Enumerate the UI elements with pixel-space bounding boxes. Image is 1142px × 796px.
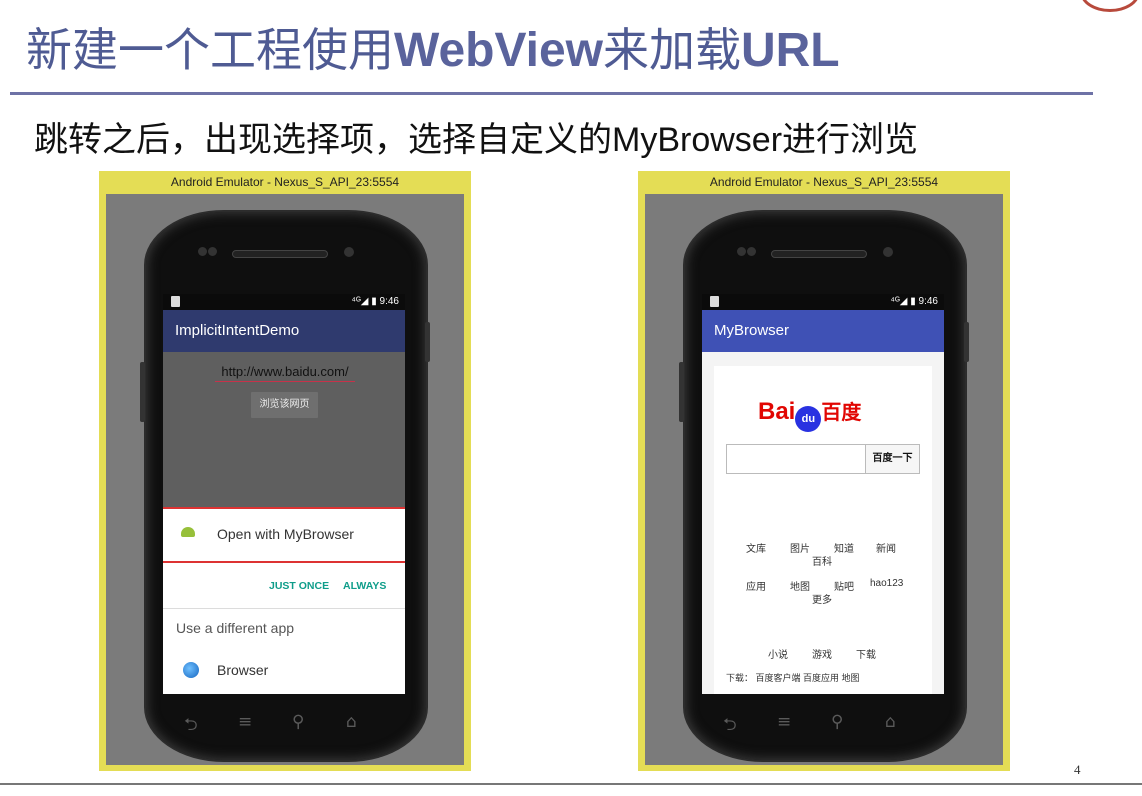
logo-mark [1080, 0, 1140, 12]
home-icon[interactable]: ⌂ [885, 712, 896, 732]
emulator-viewport: ⁴ᴳ◢ ▮ 9:46 MyBrowser Bai du 百度 百度一下 文库 图片 … [645, 194, 1003, 765]
subtitle-part: 进行浏览 [782, 120, 919, 160]
baidu-page: Bai du 百度 百度一下 文库 图片 知道 新闻 百科 应用 地图 贴吧 h… [714, 366, 932, 694]
link-baike[interactable]: 百科 [812, 553, 832, 568]
footer-rule [0, 783, 1142, 785]
search-input[interactable]: 百度一下 [726, 444, 920, 474]
link-wenku[interactable]: 文库 [746, 540, 766, 555]
speaker-grille [771, 250, 867, 258]
highlight-box [163, 507, 405, 563]
menu-icon[interactable]: ≡ [777, 712, 791, 732]
divider [163, 608, 405, 609]
phone-frame: ⁴ᴳ◢ ▮ 9:46 MyBrowser Bai du 百度 百度一下 文库 图片 … [679, 210, 969, 762]
baidu-logo: Bai du 百度 [758, 396, 861, 432]
speaker-grille [232, 250, 328, 258]
power-button[interactable] [425, 322, 430, 362]
subtitle-part: MyBrowser [612, 121, 783, 159]
status-time: ⁴ᴳ◢ ▮ 9:46 [351, 296, 399, 307]
sd-card-icon [171, 296, 180, 307]
link-yingyong[interactable]: 应用 [746, 578, 766, 593]
different-app-label: Use a different app [176, 620, 295, 636]
menu-icon[interactable]: ≡ [238, 712, 252, 732]
sensor-dot [737, 247, 746, 256]
open-with-option[interactable]: Open with MyBrowser [163, 507, 405, 563]
sensor-dot [198, 247, 207, 256]
app-bar: ImplicitIntentDemo [163, 310, 405, 352]
link-tieba[interactable]: 贴吧 [834, 578, 854, 593]
always-button[interactable]: ALWAYS [343, 580, 386, 592]
title-part: 新建一个工程使用 [26, 23, 394, 77]
link-xiazai[interactable]: 下载 [856, 646, 876, 661]
subtitle-part: 跳转之后，出现选择项，选择自定义的 [34, 120, 612, 160]
status-bar: ⁴ᴳ◢ ▮ 9:46 [702, 294, 944, 310]
volume-button[interactable] [679, 362, 684, 422]
link-ditu[interactable]: 地图 [790, 578, 810, 593]
search-button[interactable]: 百度一下 [865, 445, 919, 473]
device-screen: ⁴ᴳ◢ ▮ 9:46 MyBrowser Bai du 百度 百度一下 文库 图片 … [702, 294, 944, 694]
logo-text: Bai [758, 398, 796, 425]
slide-subtitle: 跳转之后，出现选择项，选择自定义的MyBrowser进行浏览 [34, 112, 918, 161]
back-icon[interactable]: ⮌ [184, 712, 198, 741]
link-hao123[interactable]: hao123 [870, 578, 903, 589]
slide-title: 新建一个工程使用WebView来加载URL [26, 14, 840, 84]
browse-button[interactable]: 浏览该网页 [251, 392, 318, 418]
browser-globe-icon [183, 662, 199, 678]
status-bar: ⁴ᴳ◢ ▮ 9:46 [163, 294, 405, 310]
link-tupian[interactable]: 图片 [790, 540, 810, 555]
app-bar: MyBrowser [702, 310, 944, 352]
title-part: WebView [394, 24, 603, 77]
camera-dot [883, 247, 893, 257]
emulator-title: Android Emulator - Nexus_S_API_23:5554 [170, 175, 400, 189]
phone-frame: ⁴ᴳ◢ ▮ 9:46 ImplicitIntentDemo http://www… [140, 210, 430, 762]
emulator-viewport: ⁴ᴳ◢ ▮ 9:46 ImplicitIntentDemo http://www… [106, 194, 464, 765]
url-input[interactable]: http://www.baidu.com/ [215, 364, 355, 382]
camera-dot [344, 247, 354, 257]
nav-bar: ⮌ ≡ ⚲ ⌂ [176, 712, 400, 735]
just-once-button[interactable]: JUST ONCE [269, 580, 329, 592]
nav-bar: ⮌ ≡ ⚲ ⌂ [715, 712, 939, 735]
link-xinwen[interactable]: 新闻 [876, 540, 896, 555]
link-gengduo[interactable]: 更多 [812, 591, 832, 606]
search-icon[interactable]: ⚲ [292, 712, 304, 732]
status-time: ⁴ᴳ◢ ▮ 9:46 [890, 296, 938, 307]
webview: Bai du 百度 百度一下 文库 图片 知道 新闻 百科 应用 地图 贴吧 h… [702, 352, 944, 694]
link-youxi[interactable]: 游戏 [812, 646, 832, 661]
volume-button[interactable] [140, 362, 145, 422]
search-icon[interactable]: ⚲ [831, 712, 843, 732]
page-number: 4 [1074, 762, 1081, 777]
link-zhidao[interactable]: 知道 [834, 540, 854, 555]
download-links[interactable]: 下载： 百度客户端 百度应用 地图 [726, 671, 860, 684]
logo-text: 百度 [821, 402, 862, 424]
app-chooser-dialog: Open with MyBrowser JUST ONCE ALWAYS Use… [163, 507, 405, 694]
sensor-dot [208, 247, 217, 256]
emulator-title: Android Emulator - Nexus_S_API_23:5554 [709, 175, 939, 189]
title-part: URL [740, 24, 840, 77]
back-icon[interactable]: ⮌ [723, 712, 737, 741]
power-button[interactable] [964, 322, 969, 362]
sd-card-icon [710, 296, 719, 307]
browser-option[interactable]: Browser [217, 662, 268, 678]
home-icon[interactable]: ⌂ [346, 712, 357, 732]
paw-icon: du [795, 406, 822, 432]
device-screen: ⁴ᴳ◢ ▮ 9:46 ImplicitIntentDemo http://www… [163, 294, 405, 694]
emulator-window-left: Android Emulator - Nexus_S_API_23:5554 ⁴… [99, 171, 471, 771]
title-part: 来加载 [602, 23, 741, 77]
emulator-window-right: Android Emulator - Nexus_S_API_23:5554 ⁴… [638, 171, 1010, 771]
title-divider [10, 92, 1093, 95]
sensor-dot [747, 247, 756, 256]
link-xiaoshuo[interactable]: 小说 [768, 646, 788, 661]
